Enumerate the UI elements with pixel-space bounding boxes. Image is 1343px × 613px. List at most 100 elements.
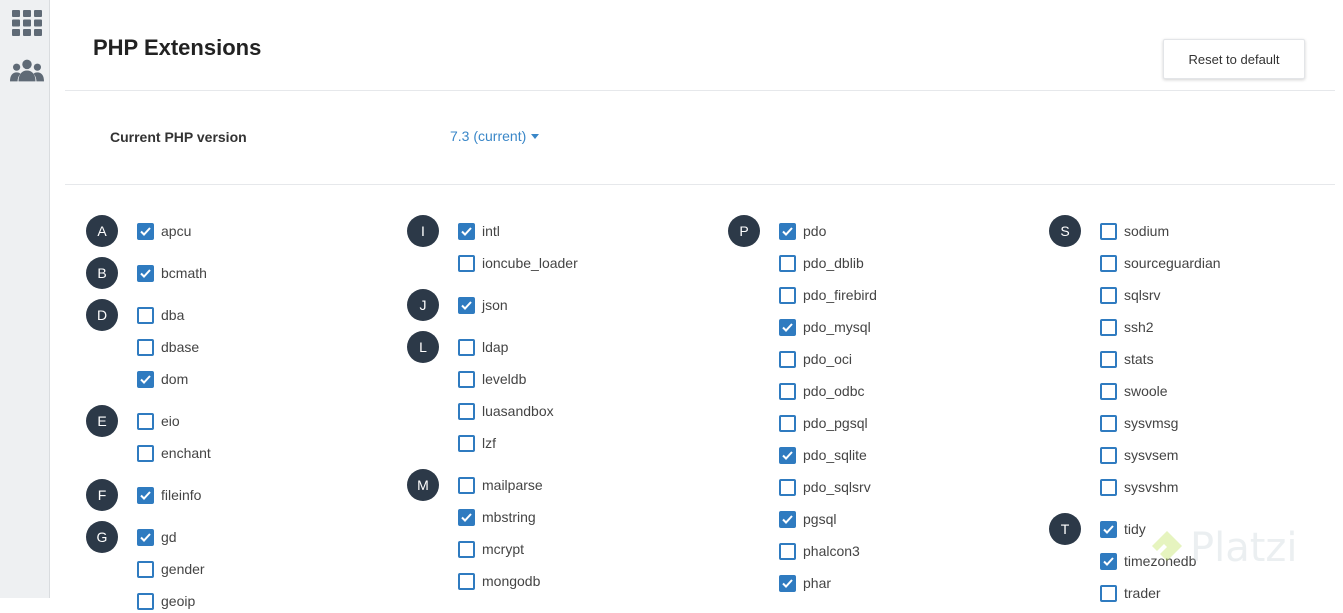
ext-pdo_oci[interactable]: pdo_oci bbox=[779, 347, 852, 371]
ext-phar[interactable]: phar bbox=[779, 571, 831, 595]
ext-checkbox[interactable] bbox=[1100, 446, 1117, 464]
ext-sysvshm[interactable]: sysvshm bbox=[1100, 475, 1178, 499]
ext-mongodb[interactable]: mongodb bbox=[458, 569, 540, 593]
ext-apcu[interactable]: apcu bbox=[137, 219, 191, 243]
ext-geoip[interactable]: geoip bbox=[137, 589, 195, 613]
ext-sysvsem[interactable]: sysvsem bbox=[1100, 443, 1178, 467]
ext-luasandbox[interactable]: luasandbox bbox=[458, 399, 554, 423]
ext-eio[interactable]: eio bbox=[137, 409, 180, 433]
ext-checkbox[interactable] bbox=[458, 540, 475, 558]
ext-checkbox[interactable] bbox=[779, 510, 796, 528]
ext-checkbox[interactable] bbox=[137, 370, 154, 388]
ext-intl[interactable]: intl bbox=[458, 219, 500, 243]
ext-checkbox[interactable] bbox=[779, 350, 796, 368]
ext-pdo_sqlsrv[interactable]: pdo_sqlsrv bbox=[779, 475, 871, 499]
ext-dba[interactable]: dba bbox=[137, 303, 184, 327]
checkmark-icon bbox=[782, 322, 793, 332]
ext-pgsql[interactable]: pgsql bbox=[779, 507, 836, 531]
ext-sourceguardian[interactable]: sourceguardian bbox=[1100, 251, 1221, 275]
ext-checkbox[interactable] bbox=[1100, 286, 1117, 304]
ext-checkbox[interactable] bbox=[137, 528, 154, 546]
ext-bcmath[interactable]: bcmath bbox=[137, 261, 207, 285]
ext-checkbox[interactable] bbox=[458, 508, 475, 526]
ext-swoole[interactable]: swoole bbox=[1100, 379, 1168, 403]
ext-checkbox[interactable] bbox=[1100, 584, 1117, 602]
users-icon[interactable] bbox=[10, 56, 44, 86]
ext-checkbox[interactable] bbox=[779, 414, 796, 432]
ext-checkbox[interactable] bbox=[1100, 552, 1117, 570]
ext-checkbox[interactable] bbox=[1100, 350, 1117, 368]
ext-mbstring[interactable]: mbstring bbox=[458, 505, 536, 529]
ext-trader[interactable]: trader bbox=[1100, 581, 1161, 605]
ext-stats[interactable]: stats bbox=[1100, 347, 1154, 371]
divider bbox=[65, 184, 1335, 185]
ext-pdo_odbc[interactable]: pdo_odbc bbox=[779, 379, 865, 403]
checkmark-icon bbox=[1103, 556, 1114, 566]
ext-fileinfo[interactable]: fileinfo bbox=[137, 483, 201, 507]
ext-checkbox[interactable] bbox=[779, 446, 796, 464]
php-version-dropdown[interactable]: 7.3 (current) bbox=[450, 128, 540, 144]
ext-checkbox[interactable] bbox=[1100, 520, 1117, 538]
ext-checkbox[interactable] bbox=[779, 254, 796, 272]
ext-checkbox[interactable] bbox=[779, 478, 796, 496]
ext-pdo_mysql[interactable]: pdo_mysql bbox=[779, 315, 871, 339]
ext-checkbox[interactable] bbox=[1100, 382, 1117, 400]
ext-pdo_firebird[interactable]: pdo_firebird bbox=[779, 283, 877, 307]
ext-dbase[interactable]: dbase bbox=[137, 335, 199, 359]
ext-checkbox[interactable] bbox=[137, 560, 154, 578]
ext-checkbox[interactable] bbox=[137, 338, 154, 356]
ext-checkbox[interactable] bbox=[137, 264, 154, 282]
ext-pdo_sqlite[interactable]: pdo_sqlite bbox=[779, 443, 867, 467]
ext-ldap[interactable]: ldap bbox=[458, 335, 508, 359]
ext-checkbox[interactable] bbox=[458, 222, 475, 240]
ext-checkbox[interactable] bbox=[458, 338, 475, 356]
ext-pdo_dblib[interactable]: pdo_dblib bbox=[779, 251, 864, 275]
ext-sysvmsg[interactable]: sysvmsg bbox=[1100, 411, 1178, 435]
ext-checkbox[interactable] bbox=[779, 286, 796, 304]
ext-checkbox[interactable] bbox=[779, 574, 796, 592]
ext-sodium[interactable]: sodium bbox=[1100, 219, 1169, 243]
ext-checkbox[interactable] bbox=[1100, 414, 1117, 432]
ext-ioncube_loader[interactable]: ioncube_loader bbox=[458, 251, 578, 275]
ext-pdo_pgsql[interactable]: pdo_pgsql bbox=[779, 411, 868, 435]
ext-mcrypt[interactable]: mcrypt bbox=[458, 537, 524, 561]
letter-badge-d: D bbox=[86, 299, 118, 331]
ext-gd[interactable]: gd bbox=[137, 525, 177, 549]
ext-checkbox[interactable] bbox=[458, 434, 475, 452]
ext-checkbox[interactable] bbox=[137, 444, 154, 462]
ext-leveldb[interactable]: leveldb bbox=[458, 367, 526, 391]
ext-enchant[interactable]: enchant bbox=[137, 441, 211, 465]
ext-checkbox[interactable] bbox=[458, 572, 475, 590]
ext-lzf[interactable]: lzf bbox=[458, 431, 496, 455]
ext-checkbox[interactable] bbox=[779, 222, 796, 240]
ext-gender[interactable]: gender bbox=[137, 557, 205, 581]
ext-checkbox[interactable] bbox=[779, 382, 796, 400]
ext-checkbox[interactable] bbox=[458, 296, 475, 314]
ext-checkbox[interactable] bbox=[137, 486, 154, 504]
ext-checkbox[interactable] bbox=[1100, 478, 1117, 496]
apps-grid-icon[interactable] bbox=[10, 8, 44, 38]
ext-tidy[interactable]: tidy bbox=[1100, 517, 1146, 541]
reset-to-default-button[interactable]: Reset to default bbox=[1163, 39, 1305, 79]
ext-dom[interactable]: dom bbox=[137, 367, 188, 391]
ext-sqlsrv[interactable]: sqlsrv bbox=[1100, 283, 1161, 307]
ext-checkbox[interactable] bbox=[458, 476, 475, 494]
ext-json[interactable]: json bbox=[458, 293, 508, 317]
ext-checkbox[interactable] bbox=[137, 222, 154, 240]
ext-checkbox[interactable] bbox=[1100, 254, 1117, 272]
ext-checkbox[interactable] bbox=[779, 542, 796, 560]
ext-pdo[interactable]: pdo bbox=[779, 219, 826, 243]
ext-checkbox[interactable] bbox=[1100, 318, 1117, 336]
ext-checkbox[interactable] bbox=[137, 592, 154, 610]
php-version-value: 7.3 (current) bbox=[450, 128, 527, 144]
ext-checkbox[interactable] bbox=[1100, 222, 1117, 240]
ext-ssh2[interactable]: ssh2 bbox=[1100, 315, 1154, 339]
ext-checkbox[interactable] bbox=[137, 412, 154, 430]
ext-checkbox[interactable] bbox=[458, 370, 475, 388]
ext-phalcon3[interactable]: phalcon3 bbox=[779, 539, 860, 563]
ext-checkbox[interactable] bbox=[779, 318, 796, 336]
ext-checkbox[interactable] bbox=[458, 254, 475, 272]
ext-checkbox[interactable] bbox=[458, 402, 475, 420]
ext-mailparse[interactable]: mailparse bbox=[458, 473, 543, 497]
ext-checkbox[interactable] bbox=[137, 306, 154, 324]
